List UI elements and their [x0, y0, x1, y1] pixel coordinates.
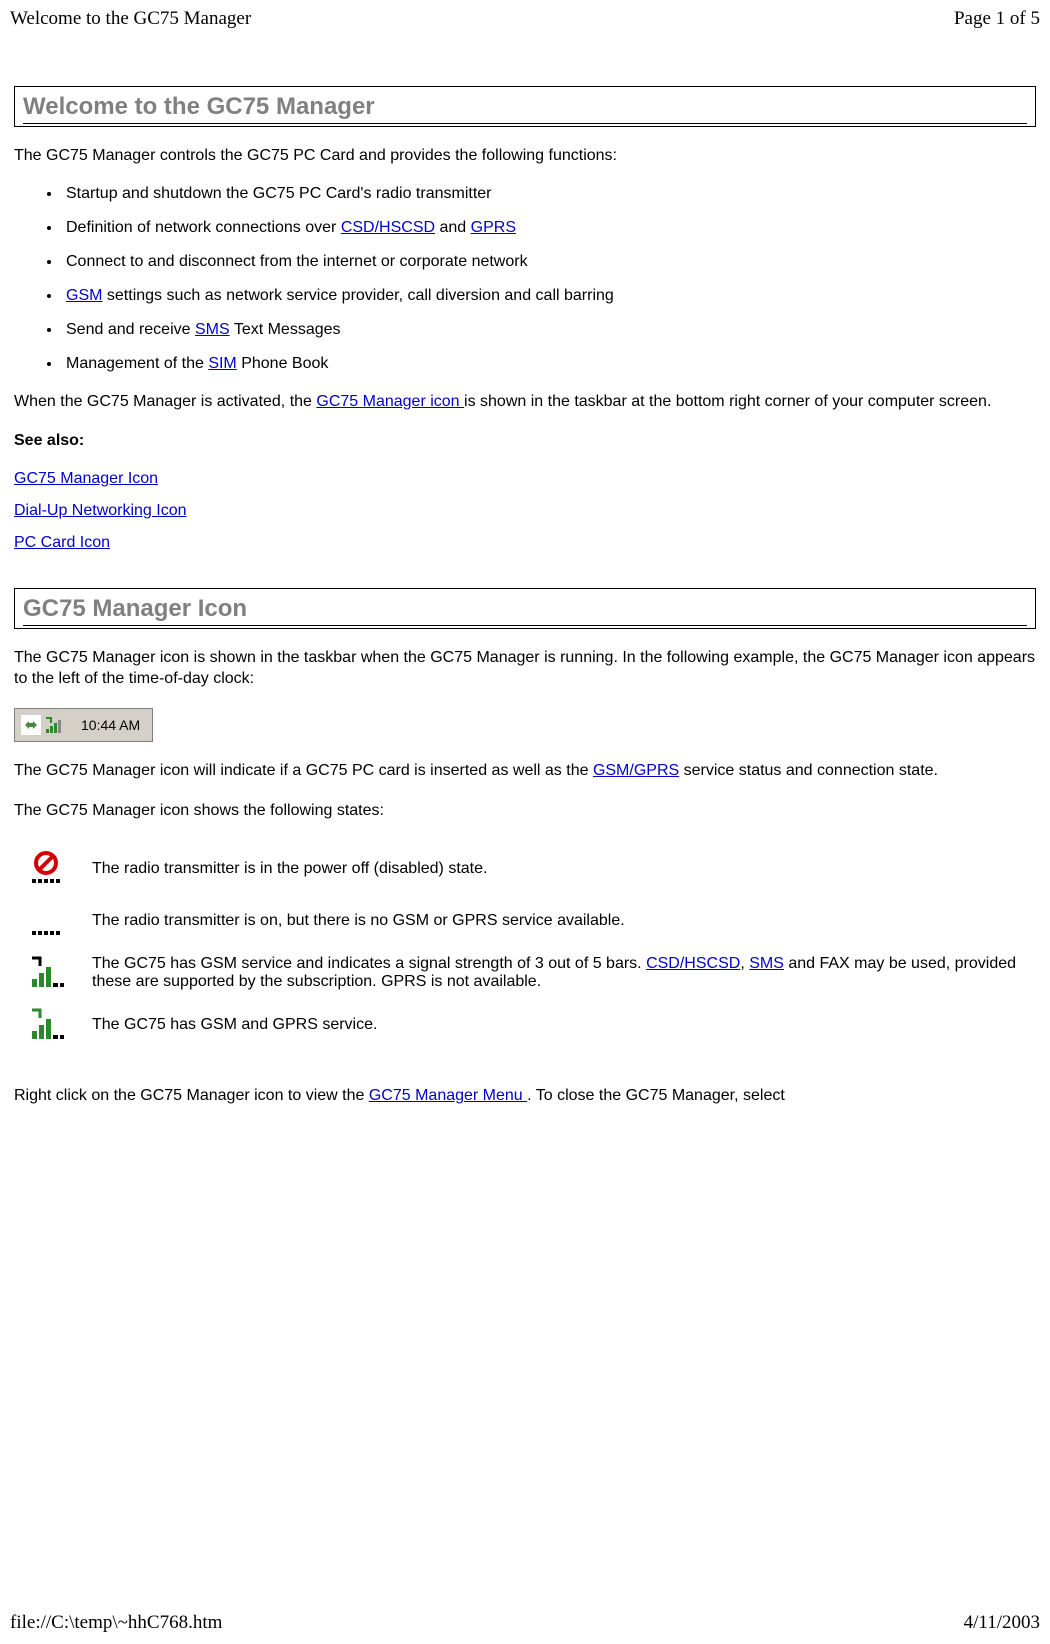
taskbar-clock: 10:44 AM: [81, 717, 146, 733]
table-row: The GC75 has GSM and GPRS service.: [14, 1003, 1036, 1047]
footer-date: 4/11/2003: [964, 1612, 1040, 1634]
right-click-paragraph: Right click on the GC75 Manager icon to …: [14, 1085, 1036, 1107]
dial-up-networking-icon-link[interactable]: Dial-Up Networking Icon: [14, 502, 187, 519]
header-page-number: Page 1 of 5: [954, 8, 1040, 30]
intro-paragraph: The GC75 Manager controls the GC75 PC Ca…: [14, 145, 1036, 167]
taskbar-example: 10:44 AM: [14, 708, 153, 742]
page-header: Welcome to the GC75 Manager Page 1 of 5: [0, 0, 1050, 40]
csd-hscsd-link[interactable]: CSD/HSCSD: [341, 219, 435, 236]
icon-intro-paragraph: The GC75 Manager icon is shown in the ta…: [14, 647, 1036, 690]
states-intro-paragraph: The GC75 Manager icon shows the followin…: [14, 800, 1036, 822]
section-title-box-welcome: Welcome to the GC75 Manager: [14, 86, 1036, 127]
section-title-icon: GC75 Manager Icon: [23, 595, 1027, 626]
list-item: Connect to and disconnect from the inter…: [62, 253, 1036, 271]
table-row: The radio transmitter is in the power of…: [14, 847, 1036, 891]
gprs-link[interactable]: GPRS: [471, 219, 516, 236]
features-list: Startup and shutdown the GC75 PC Card's …: [14, 185, 1036, 373]
signal-bars-icon: [45, 715, 65, 735]
radio-off-icon: [30, 851, 84, 887]
states-table: The radio transmitter is in the power of…: [14, 839, 1036, 1055]
gsm-service-icon: [30, 955, 84, 991]
csd-hscsd-state-link[interactable]: CSD/HSCSD: [646, 955, 740, 972]
gc75-manager-menu-link[interactable]: GC75 Manager Menu: [369, 1087, 527, 1104]
gsm-gprs-link[interactable]: GSM/GPRS: [593, 762, 679, 779]
table-row: The radio transmitter is on, but there i…: [14, 899, 1036, 943]
gsm-gprs-service-icon: [30, 1007, 84, 1043]
section-title-box-icon: GC75 Manager Icon: [14, 588, 1036, 629]
sms-state-link[interactable]: SMS: [749, 955, 784, 972]
table-row: The GC75 has GSM service and indicates a…: [14, 951, 1036, 995]
section-title-welcome: Welcome to the GC75 Manager: [23, 93, 1027, 124]
state-description: The radio transmitter is in the power of…: [92, 847, 1036, 891]
activation-paragraph: When the GC75 Manager is activated, the …: [14, 391, 1036, 413]
list-item: Send and receive SMS Text Messages: [62, 321, 1036, 339]
gsm-link[interactable]: GSM: [66, 287, 102, 304]
sms-link[interactable]: SMS: [195, 321, 230, 338]
see-also-heading: See also:: [14, 430, 1036, 452]
icon-indicate-paragraph: The GC75 Manager icon will indicate if a…: [14, 760, 1036, 782]
sim-link[interactable]: SIM: [208, 355, 236, 372]
gc75-manager-icon-link[interactable]: GC75 Manager icon: [316, 393, 464, 410]
state-description: The radio transmitter is on, but there i…: [92, 899, 1036, 943]
state-description: The GC75 has GSM service and indicates a…: [92, 951, 1036, 995]
list-item: Management of the SIM Phone Book: [62, 355, 1036, 373]
page-footer: file://C:\temp\~hhC768.htm 4/11/2003: [0, 1606, 1050, 1644]
list-item: GSM settings such as network service pro…: [62, 287, 1036, 305]
no-service-icon: [30, 903, 84, 939]
list-item: Definition of network connections over C…: [62, 219, 1036, 237]
gc75-manager-icon-see-also-link[interactable]: GC75 Manager Icon: [14, 470, 158, 487]
header-title: Welcome to the GC75 Manager: [10, 8, 251, 30]
state-description: The GC75 has GSM and GPRS service.: [92, 1003, 1036, 1047]
network-arrows-icon: [21, 715, 41, 735]
main-content: Welcome to the GC75 Manager The GC75 Man…: [0, 86, 1050, 1107]
pc-card-icon-link[interactable]: PC Card Icon: [14, 534, 110, 551]
list-item: Startup and shutdown the GC75 PC Card's …: [62, 185, 1036, 203]
footer-path: file://C:\temp\~hhC768.htm: [10, 1612, 222, 1634]
